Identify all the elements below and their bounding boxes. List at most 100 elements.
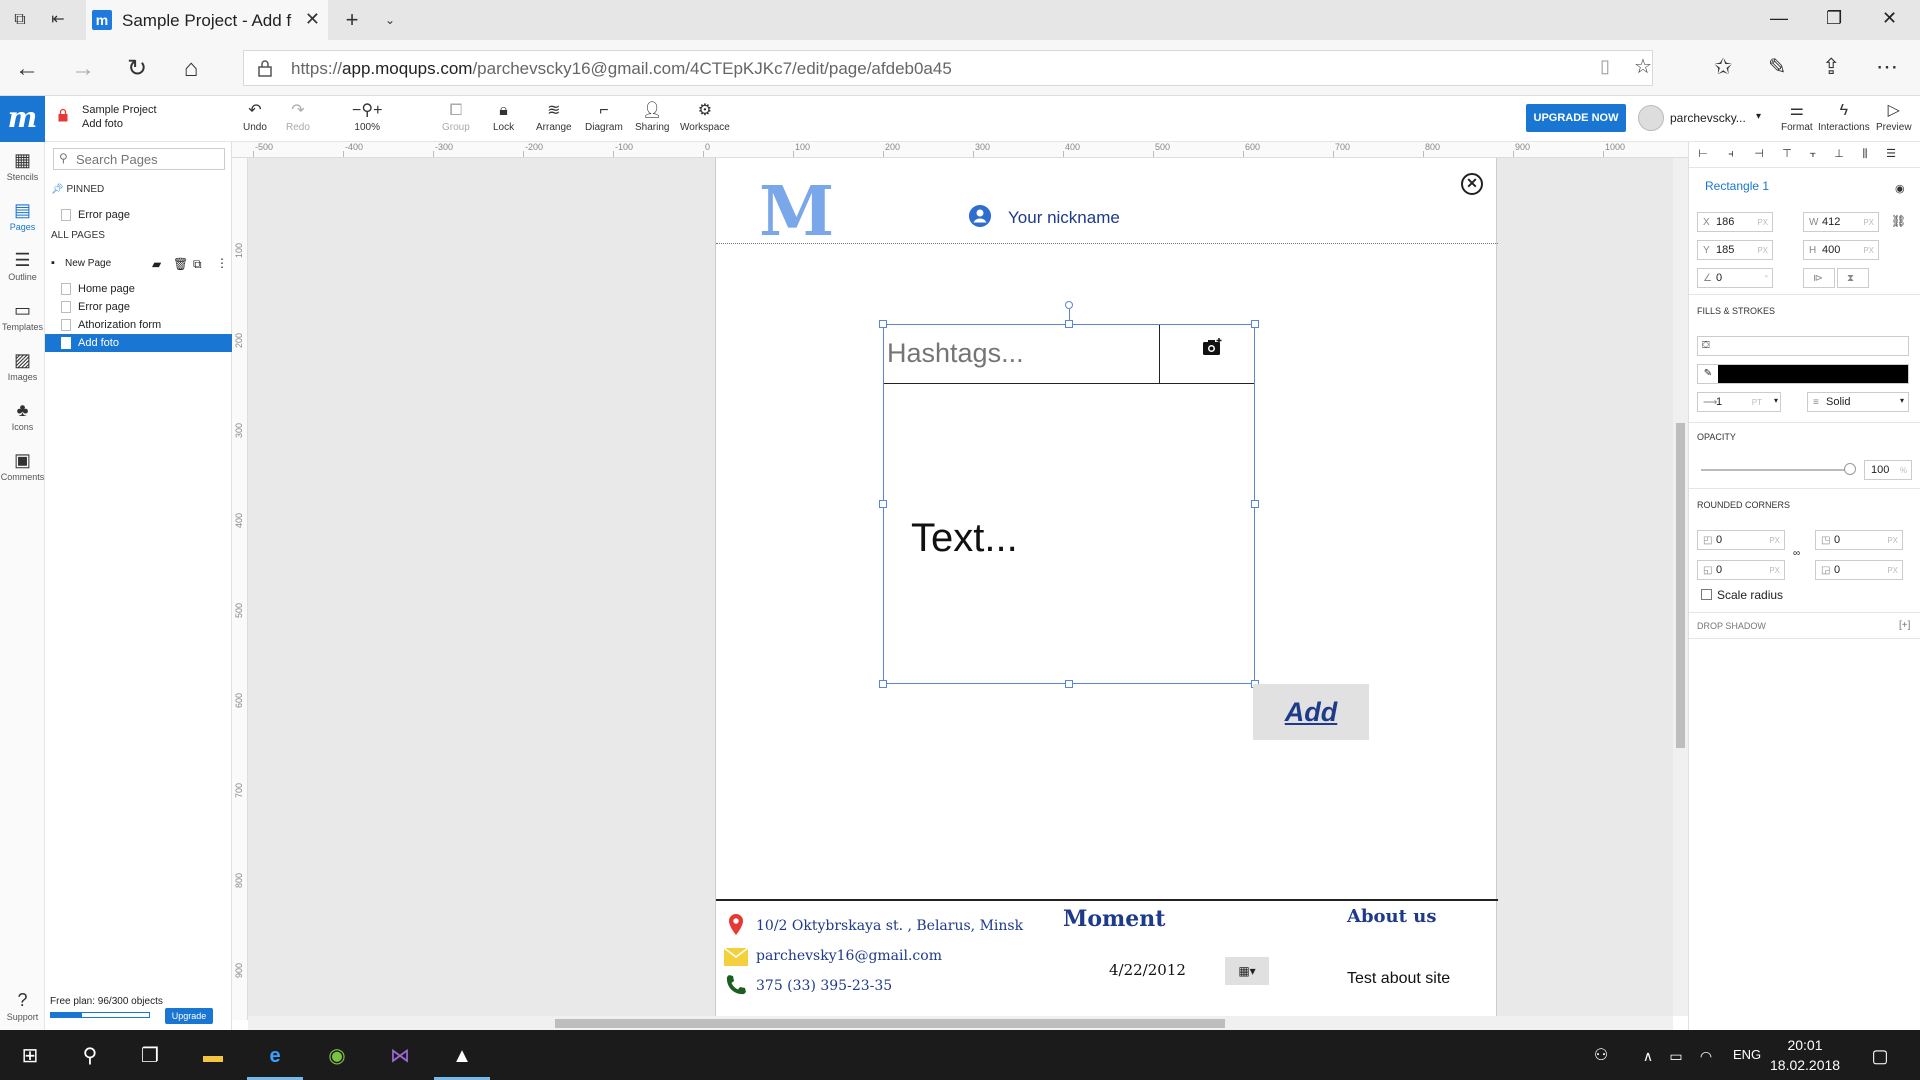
link-corners-icon[interactable]: ∞ bbox=[1793, 548, 1800, 559]
opacity-slider-track[interactable] bbox=[1701, 469, 1851, 471]
footer-about-us-title[interactable]: About us bbox=[1347, 906, 1436, 927]
window-close-icon[interactable]: ✕ bbox=[1882, 8, 1897, 29]
tab-actions-icon[interactable]: ⧉ bbox=[8, 8, 32, 32]
sidebar-item-outline[interactable]: ☰ Outline bbox=[0, 250, 45, 282]
align-middle-icon[interactable]: ⫟ bbox=[1807, 148, 1819, 160]
redo-button[interactable]: ↷ Redo bbox=[286, 100, 310, 133]
resize-handle-e[interactable] bbox=[1251, 500, 1259, 508]
stroke-width-field[interactable]: ⟶ 1 PT ▾ bbox=[1697, 392, 1781, 412]
new-page-icon[interactable]: ▪ bbox=[51, 257, 55, 269]
new-page-button[interactable]: New Page bbox=[65, 258, 111, 269]
minimize-icon[interactable]: — bbox=[1770, 8, 1788, 29]
align-bottom-icon[interactable]: ⊥ bbox=[1833, 148, 1845, 160]
horizontal-scrollbar[interactable] bbox=[248, 1016, 1673, 1030]
user-profile-icon[interactable] bbox=[969, 205, 991, 227]
new-folder-icon[interactable]: ▰ bbox=[152, 257, 161, 271]
action-center-icon[interactable]: ▢ bbox=[1866, 1043, 1894, 1069]
preview-button[interactable]: ▷ Preview bbox=[1876, 100, 1912, 133]
width-field[interactable]: W 412 PX bbox=[1803, 212, 1879, 232]
sidebar-item-comments[interactable]: ▣ Comments bbox=[0, 450, 45, 482]
page-item-error[interactable]: Error page bbox=[45, 298, 232, 316]
interactions-button[interactable]: ϟ Interactions bbox=[1818, 100, 1870, 133]
distribute-vertical-icon[interactable]: ☰ bbox=[1885, 148, 1897, 160]
distribute-horizontal-icon[interactable]: ⫼ bbox=[1859, 148, 1871, 160]
corner-bottom-right-field[interactable]: ◲ 0 PX bbox=[1815, 560, 1903, 580]
resize-handle-s[interactable] bbox=[1065, 680, 1073, 688]
mockup-page[interactable]: M ✕ Your nickname Text... Add 10/2 Oktyb… bbox=[715, 158, 1498, 1016]
flip-horizontal-icon[interactable]: ⧐ bbox=[1803, 268, 1835, 288]
group-button[interactable]: ⧠ Group bbox=[442, 100, 470, 133]
diagram-button[interactable]: ⌐ Diagram bbox=[585, 100, 623, 133]
search-icon[interactable]: ⚲ bbox=[76, 1043, 104, 1069]
corner-top-right-field[interactable]: ◳ 0 PX bbox=[1815, 530, 1903, 550]
vertical-scrollbar[interactable] bbox=[1673, 158, 1688, 1016]
new-tab-icon[interactable]: + bbox=[340, 8, 364, 32]
file-explorer-icon[interactable]: ▬ bbox=[199, 1043, 227, 1069]
stroke-style-select[interactable]: ≡ Solid ▾ bbox=[1807, 392, 1909, 412]
corner-top-left-field[interactable]: ◰ 0 PX bbox=[1697, 530, 1785, 550]
more-options-icon[interactable]: ⋮ bbox=[216, 256, 228, 270]
resize-handle-nw[interactable] bbox=[879, 320, 887, 328]
y-field[interactable]: Y 185 PX bbox=[1697, 240, 1773, 260]
align-center-icon[interactable]: ⫞ bbox=[1725, 148, 1737, 160]
sidebar-item-stencils[interactable]: ▦ Stencils bbox=[0, 150, 45, 182]
utorrent-icon[interactable]: ◉ bbox=[323, 1043, 351, 1069]
sharing-button[interactable]: 👤︎ Sharing bbox=[635, 100, 669, 133]
workspace-button[interactable]: ⚙ Workspace bbox=[680, 100, 730, 133]
user-menu-caret-icon[interactable]: ▾ bbox=[1756, 111, 1761, 122]
search-pages-field[interactable]: ⚲ bbox=[53, 148, 225, 170]
edge-browser-icon[interactable]: e bbox=[261, 1043, 289, 1069]
sidebar-item-support[interactable]: ? Support bbox=[0, 990, 45, 1022]
wifi-icon[interactable]: ◠ bbox=[1692, 1043, 1720, 1069]
sidebar-item-icons[interactable]: ♣ Icons bbox=[0, 400, 45, 432]
plan-upgrade-button[interactable]: Upgrade bbox=[165, 1008, 213, 1024]
input-language[interactable]: ENG bbox=[1733, 1047, 1761, 1062]
favorite-star-icon[interactable]: ☆ bbox=[1634, 54, 1652, 79]
page-item-home[interactable]: Home page bbox=[45, 280, 232, 298]
moqups-logo[interactable]: m bbox=[0, 96, 45, 142]
url-field[interactable]: https://app.moqups.com/parchevscky16@gma… bbox=[243, 50, 1653, 86]
resize-handle-n[interactable] bbox=[1065, 320, 1073, 328]
pinned-page-item[interactable]: Error page bbox=[45, 206, 232, 224]
search-pages-input[interactable] bbox=[76, 151, 221, 167]
arrange-button[interactable]: ≋ Arrange bbox=[536, 100, 572, 133]
constrain-proportions-icon[interactable]: ⛓︎ bbox=[1891, 214, 1906, 228]
user-name[interactable]: parchevscky... bbox=[1670, 111, 1746, 125]
opacity-field[interactable]: 100% bbox=[1864, 460, 1912, 480]
add-button[interactable]: Add bbox=[1253, 684, 1369, 740]
align-top-icon[interactable]: ⊤ bbox=[1781, 148, 1793, 160]
sidebar-item-pages[interactable]: ▤ Pages bbox=[0, 200, 45, 232]
mockup-logo[interactable]: M bbox=[759, 172, 834, 252]
height-field[interactable]: H 400 PX bbox=[1803, 240, 1879, 260]
shape-name[interactable]: Rectangle 1 bbox=[1705, 179, 1769, 193]
lock-button[interactable]: 🔒︎ Lock bbox=[493, 100, 514, 133]
page-item-add-foto[interactable]: Add foto bbox=[45, 334, 232, 352]
show-hidden-icons-chevron-icon[interactable]: ∧ bbox=[1634, 1043, 1662, 1069]
sidebar-item-templates[interactable]: ▭ Templates bbox=[0, 300, 45, 332]
home-icon[interactable]: ⌂ bbox=[176, 54, 206, 84]
align-left-icon[interactable]: ⊢ bbox=[1697, 148, 1709, 160]
horizontal-scroll-thumb[interactable] bbox=[555, 1019, 1225, 1028]
upgrade-now-button[interactable]: UPGRADE NOW bbox=[1526, 104, 1626, 132]
people-icon[interactable]: ⚇ bbox=[1587, 1043, 1615, 1069]
rotation-field[interactable]: ∠ 0 ° bbox=[1697, 268, 1773, 288]
corner-bottom-left-field[interactable]: ◱ 0 PX bbox=[1697, 560, 1785, 580]
scale-radius-checkbox[interactable] bbox=[1701, 589, 1712, 600]
reading-view-icon[interactable]: ▯ bbox=[1600, 56, 1610, 77]
align-right-icon[interactable]: ⊣ bbox=[1753, 148, 1765, 160]
battery-icon[interactable]: ▭ bbox=[1662, 1043, 1690, 1069]
resize-handle-w[interactable] bbox=[879, 500, 887, 508]
format-button[interactable]: ⚌ Format bbox=[1781, 100, 1813, 133]
tab-close-icon[interactable]: ✕ bbox=[305, 9, 320, 30]
date-picker-calendar-icon[interactable]: ▦▾ bbox=[1225, 957, 1269, 985]
forward-arrow-icon[interactable]: → bbox=[68, 54, 98, 84]
web-note-pen-icon[interactable]: ✎ bbox=[1768, 54, 1786, 80]
visual-studio-icon[interactable]: ⋈ bbox=[386, 1043, 414, 1069]
page-item-authorization[interactable]: Athorization form bbox=[45, 316, 232, 334]
clock-date[interactable]: 18.02.2018 bbox=[1770, 1057, 1840, 1073]
browser-tab-active[interactable]: m Sample Project - Add fo ✕ bbox=[86, 0, 328, 40]
rotate-handle[interactable] bbox=[1065, 301, 1073, 309]
sidebar-item-images[interactable]: ▨ Images bbox=[0, 350, 45, 382]
set-tabs-aside-icon[interactable]: ⇤ bbox=[46, 8, 70, 32]
footer-date-value[interactable]: 4/22/2012 bbox=[1109, 961, 1186, 979]
